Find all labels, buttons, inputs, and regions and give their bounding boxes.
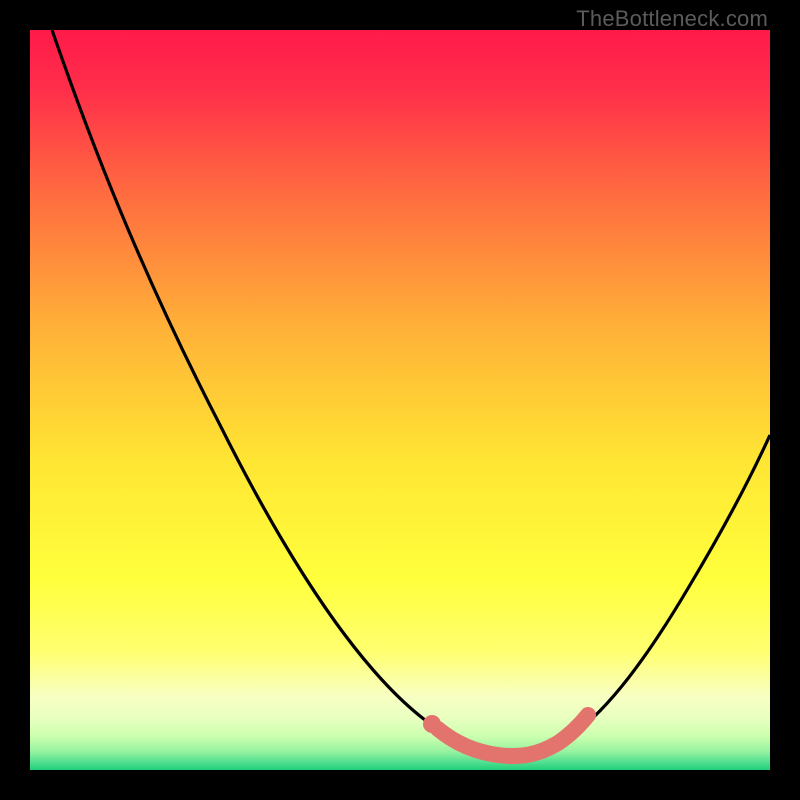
plot-area — [30, 30, 770, 770]
watermark-text: TheBottleneck.com — [576, 6, 768, 32]
optimal-zone-start-dot — [423, 715, 441, 733]
chart-curves — [30, 30, 770, 770]
optimal-zone-highlight — [438, 715, 588, 756]
bottleneck-curve — [52, 30, 770, 757]
chart-container: TheBottleneck.com — [0, 0, 800, 800]
